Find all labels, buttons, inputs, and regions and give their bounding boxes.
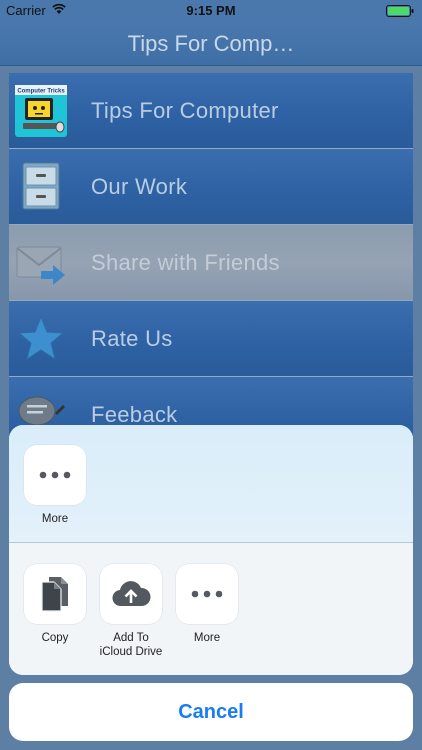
cancel-label: Cancel (178, 700, 244, 723)
cloud-upload-icon (112, 581, 151, 607)
battery-icon (386, 5, 414, 17)
star-icon (17, 315, 65, 361)
share-more-label: More (41, 513, 69, 525)
action-tile[interactable] (100, 564, 162, 624)
menu-item-share-with-friends[interactable]: Share with Friends (9, 225, 413, 301)
clock: 9:15 PM (186, 3, 236, 18)
share-more-button[interactable]: More (24, 445, 86, 526)
more-icon (191, 590, 223, 598)
cancel-button[interactable]: Cancel (9, 683, 413, 741)
share-targets-row: More (9, 425, 413, 543)
cabinet-icon (22, 162, 60, 210)
actions-row: Copy Add To iCloud Drive More (9, 544, 413, 675)
menu-item-rate-us[interactable]: Rate Us (9, 301, 413, 377)
menu-item-label: Our Work (91, 174, 188, 199)
share-sheet: More Copy Add To iCloud Drive More (9, 425, 413, 675)
menu-item-our-work[interactable]: Our Work (9, 149, 413, 225)
svg-text:Computer Tricks: Computer Tricks (17, 89, 65, 95)
menu-item-tips-for-computer[interactable]: Computer Tricks Tips For Computer (9, 73, 413, 149)
add-to-icloud-drive-button[interactable]: Add To iCloud Drive (100, 564, 162, 659)
menu-item-label: Rate Us (91, 326, 173, 351)
share-tile[interactable] (24, 445, 86, 505)
action-tile[interactable] (24, 564, 86, 624)
icloud-label-line1: Add To (113, 632, 149, 644)
action-tile[interactable] (176, 564, 238, 624)
computer-tricks-icon: Computer Tricks (15, 85, 67, 137)
icloud-label-line2: iCloud Drive (99, 646, 163, 658)
nav-title: Tips For Comp… (127, 31, 295, 56)
action-more-button[interactable]: More (176, 564, 238, 645)
copy-button[interactable]: Copy (24, 564, 86, 645)
menu-item-label: Share with Friends (91, 250, 280, 275)
menu-list: Computer Tricks Tips For Computer Our Wo… (9, 73, 413, 453)
action-more-label: More (193, 632, 221, 644)
navigation-bar: Tips For Comp… (0, 22, 422, 66)
mail-forward-icon (16, 246, 65, 285)
more-icon (39, 471, 71, 479)
menu-item-label: Tips For Computer (91, 98, 279, 123)
status-bar: Carrier 9:15 PM (0, 0, 422, 22)
copy-icon (41, 577, 68, 612)
